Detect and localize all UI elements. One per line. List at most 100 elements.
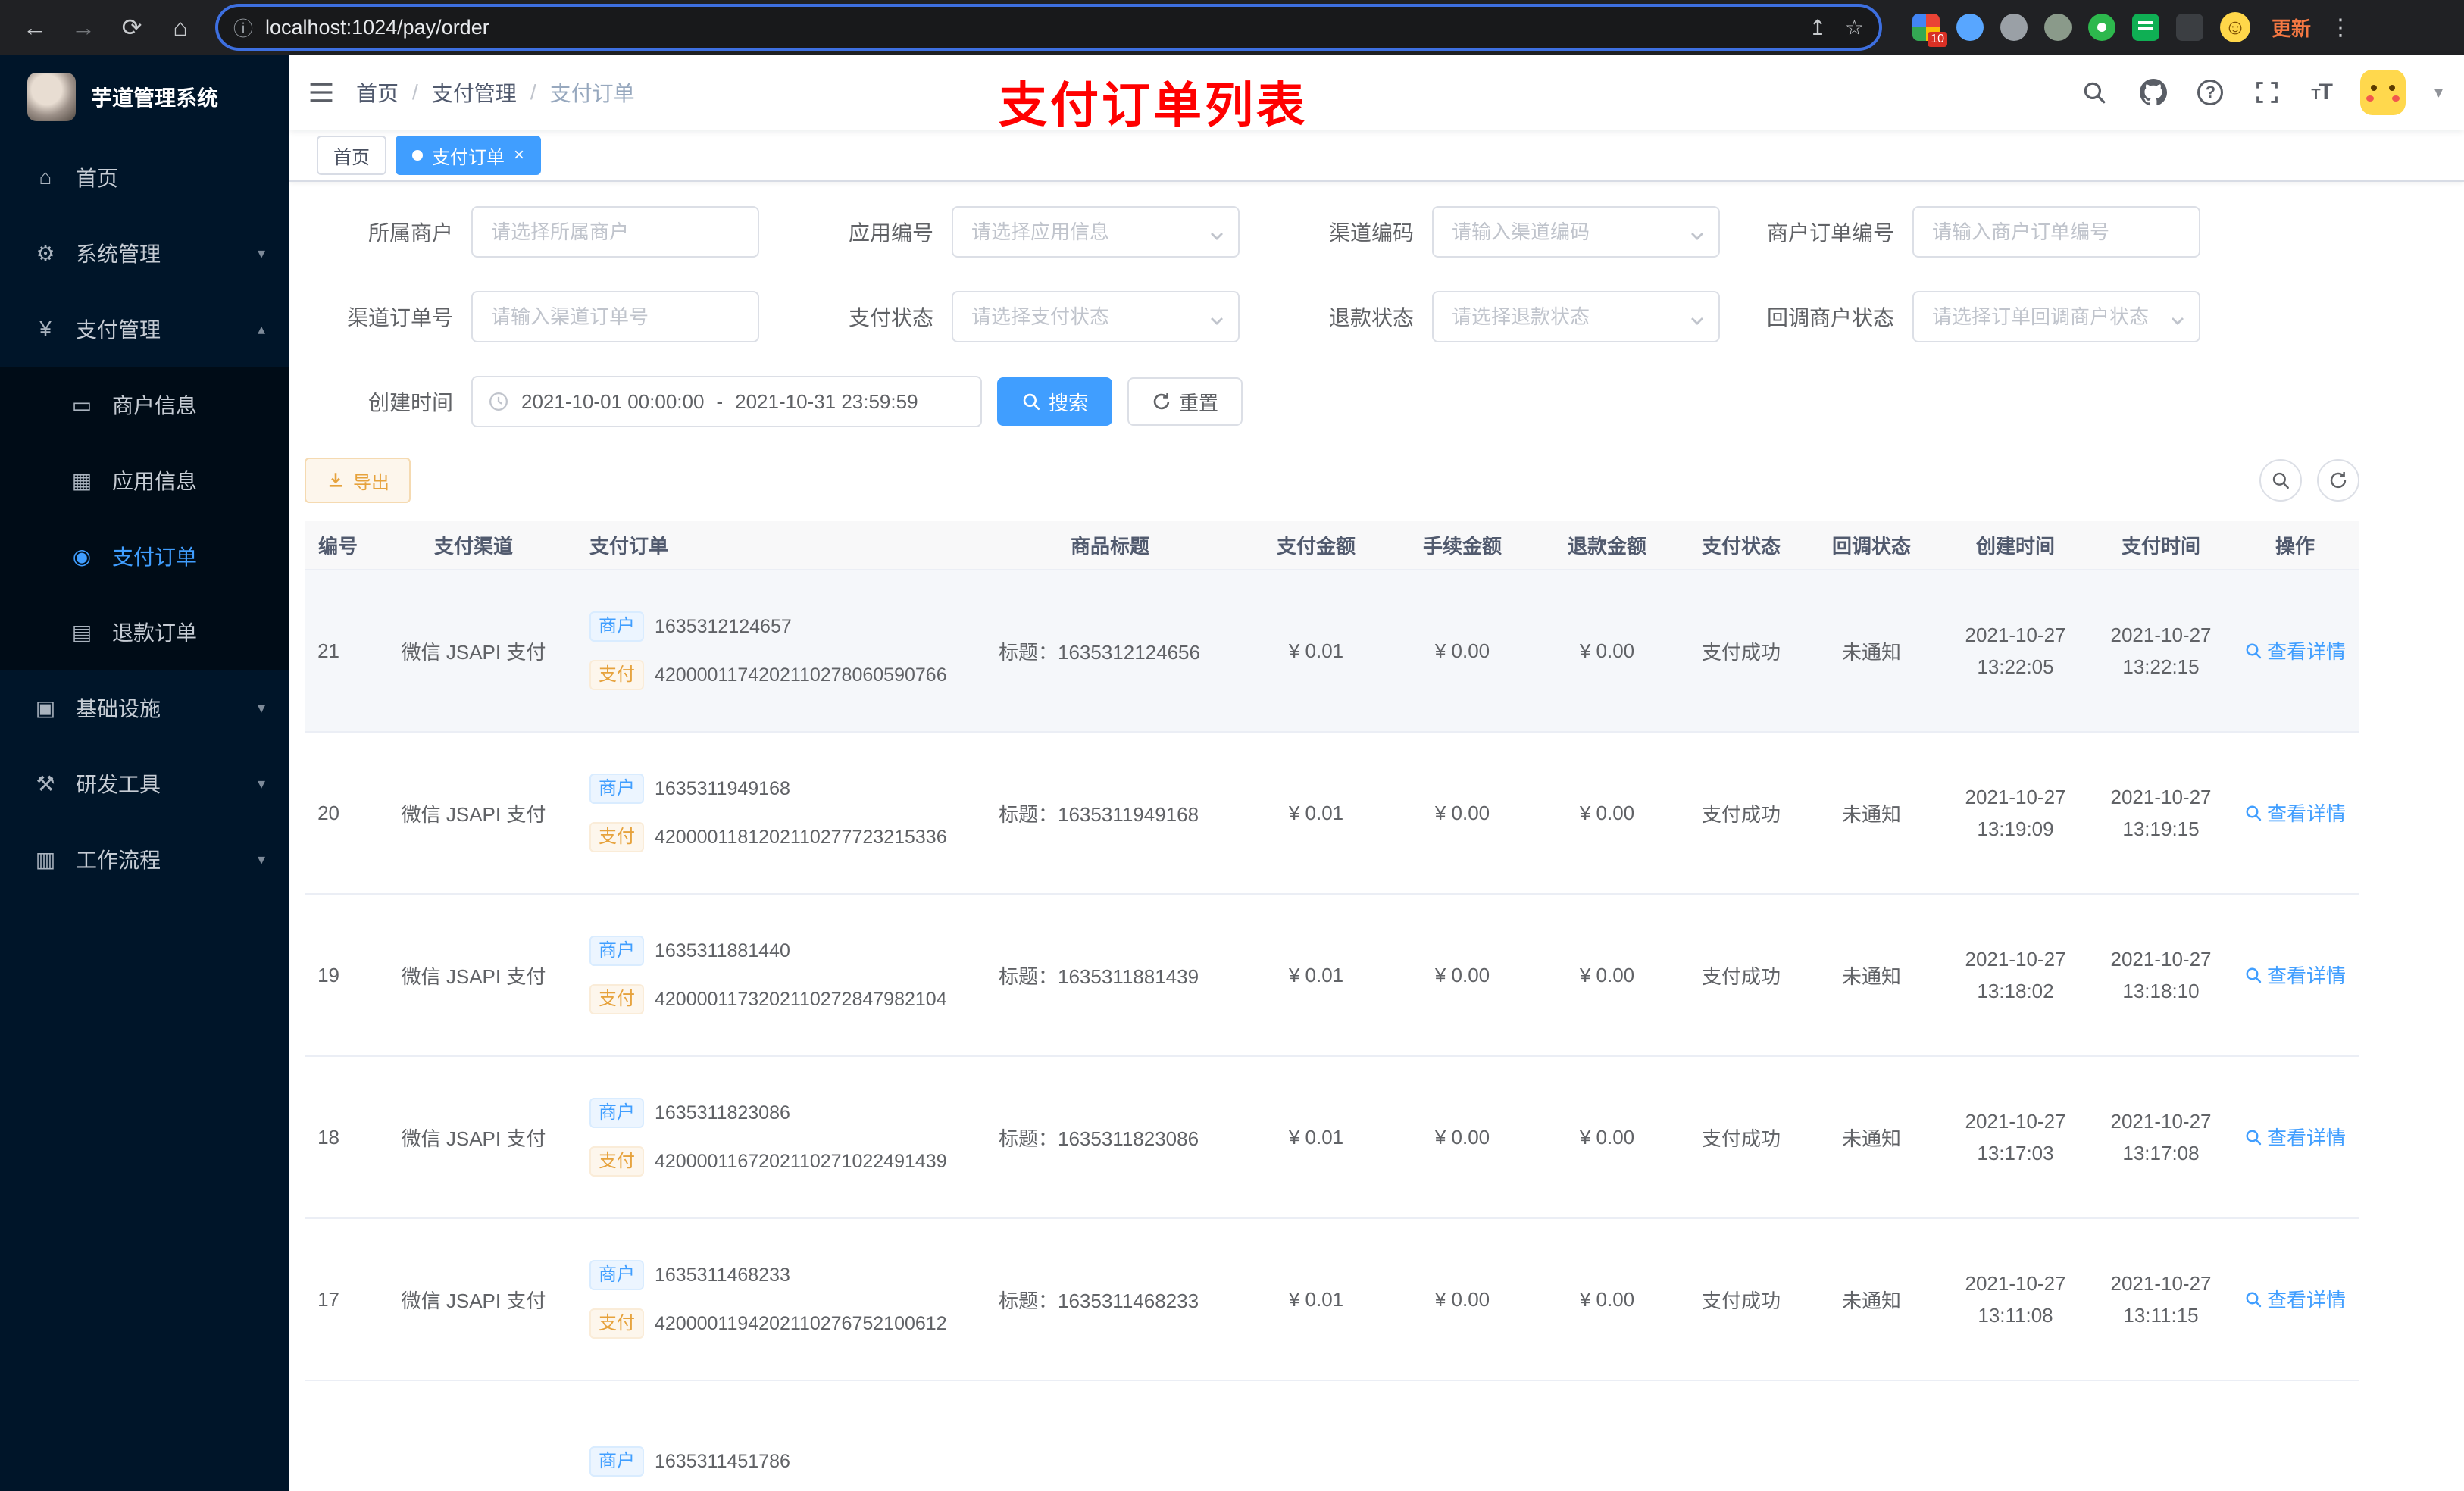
create-time-range-picker[interactable]: 2021-10-01 00:00:00 - 2021-10-31 23:59:5… (471, 376, 982, 427)
pay-status-select[interactable] (952, 291, 1240, 342)
view-detail-link[interactable]: 查看详情 (2244, 1123, 2346, 1151)
github-icon[interactable] (2138, 77, 2169, 108)
sidebar-item-infra[interactable]: ▣ 基础设施 ▾ (0, 670, 289, 746)
sidebar-item-merchant-info[interactable]: ▭ 商户信息 (0, 367, 289, 442)
channel-code-input[interactable] (1432, 206, 1720, 258)
sidebar-item-system[interactable]: ⚙ 系统管理 ▾ (0, 215, 289, 291)
sidebar-item-pay[interactable]: ¥ 支付管理 ▴ (0, 291, 289, 367)
sidebar-item-home[interactable]: ⌂ 首页 (0, 139, 289, 215)
sidebar-item-pay-order[interactable]: ◉ 支付订单 (0, 518, 289, 594)
channel-order-no-input[interactable] (471, 291, 759, 342)
extension-icon-gray[interactable] (2000, 14, 2028, 41)
breadcrumb-separator: / (412, 80, 418, 104)
refund-status-select[interactable] (1432, 291, 1720, 342)
cell-title: 标题：1635311881439 (977, 894, 1243, 1057)
cell-amount: ¥ 0.01 (1243, 732, 1390, 895)
channel-order-no-input-wrap[interactable] (471, 291, 759, 342)
fullscreen-icon[interactable] (2252, 77, 2282, 108)
cell-fee: ¥ 0.00 (1390, 732, 1535, 895)
breadcrumb-pay[interactable]: 支付管理 (432, 77, 517, 108)
cell-pay-time: 2021-10-27 13:19:15 (2091, 732, 2231, 895)
cell-create-time: 2021-10-27 13:17:03 (1940, 1056, 2091, 1219)
merchant-select-input[interactable] (471, 206, 759, 258)
address-bar[interactable]: ⓘ localhost:1024/pay/order ↥ ☆ (218, 7, 1879, 48)
toggle-search-button[interactable] (2259, 459, 2302, 502)
refund-status-input[interactable] (1432, 291, 1720, 342)
cell-order: 商户 1635311468233 支付 4200001194202110276752… (568, 1218, 977, 1381)
browser-menu-icon[interactable]: ⋮ (2329, 14, 2352, 41)
view-detail-link[interactable]: 查看详情 (2244, 636, 2346, 664)
channel-code-select[interactable] (1432, 206, 1720, 258)
extension-icon-blue[interactable] (1956, 14, 1984, 41)
app-select-input[interactable] (952, 206, 1240, 258)
cell-create-time: 2021-10-27 13:18:02 (1940, 894, 2091, 1057)
browser-forward-icon[interactable]: → (64, 8, 103, 47)
sidebar-item-app-info[interactable]: ▦ 应用信息 (0, 442, 289, 518)
caret-down-icon[interactable]: ▾ (2434, 83, 2443, 102)
close-icon[interactable]: × (514, 146, 524, 164)
tools-icon: ⚒ (36, 771, 55, 796)
merchant-tag: 商户 (589, 1260, 644, 1290)
filter-form: 所属商户 应用编号 渠道编码 (305, 206, 2464, 342)
col-refund: 退款金额 (1535, 521, 1679, 570)
notify-status-input[interactable] (1912, 291, 2200, 342)
extension-icon-sage[interactable] (2044, 14, 2072, 41)
user-avatar[interactable] (2359, 70, 2406, 115)
sidebar-item-label: 基础设施 (76, 697, 161, 720)
help-icon[interactable]: ? (2197, 80, 2224, 105)
tab-pay-order[interactable]: 支付订单 × (396, 136, 542, 175)
sidebar-item-devtools[interactable]: ⚒ 研发工具 ▾ (0, 746, 289, 821)
merchant-select[interactable] (471, 206, 759, 258)
sidebar-item-label: 首页 (76, 167, 119, 190)
browser-back-icon[interactable]: ← (15, 8, 55, 47)
merchant-order-no: 1635311881440 (655, 939, 790, 961)
cell-status: 支付成功 (1679, 894, 1803, 1057)
tab-home[interactable]: 首页 (317, 136, 386, 175)
cell-channel: 微信 JSAPI 支付 (379, 1218, 568, 1381)
reset-button[interactable]: 重置 (1127, 377, 1243, 426)
cell-refund: ¥ 0.00 (1535, 732, 1679, 895)
pay-status-input[interactable] (952, 291, 1240, 342)
document-icon: ▤ (71, 620, 92, 644)
extension-icon-green-check[interactable] (2088, 14, 2115, 41)
breadcrumb-home[interactable]: 首页 (356, 77, 399, 108)
merchant-order-no-input[interactable] (1912, 206, 2200, 258)
cell-id: 21 (305, 570, 379, 733)
cell-title (977, 1380, 1243, 1491)
hamburger-icon[interactable] (308, 79, 335, 106)
sidebar-submenu-pay: ▭ 商户信息 ▦ 应用信息 ◉ 支付订单 ▤ 退款订单 (0, 367, 289, 670)
sidebar-item-refund-order[interactable]: ▤ 退款订单 (0, 594, 289, 670)
browser-update-button[interactable]: 更新 (2272, 14, 2311, 42)
url-text[interactable]: localhost:1024/pay/order (265, 16, 1809, 39)
site-info-icon[interactable]: ⓘ (233, 14, 253, 42)
date-end-value[interactable]: 2021-10-31 23:59:59 (735, 390, 918, 414)
font-size-icon[interactable]: TT (2311, 80, 2333, 105)
share-icon[interactable]: ↥ (1809, 15, 1826, 40)
date-start-value[interactable]: 2021-10-01 00:00:00 (521, 390, 704, 414)
view-detail-link[interactable]: 查看详情 (2244, 1285, 2346, 1313)
cell-order: 商户 1635311881440 支付 4200001173202110272847… (568, 894, 977, 1057)
view-detail-link[interactable]: 查看详情 (2244, 961, 2346, 989)
export-button[interactable]: 导出 (305, 458, 411, 503)
search-icon[interactable] (2079, 77, 2109, 108)
notify-status-select[interactable] (1912, 291, 2200, 342)
view-detail-link[interactable]: 查看详情 (2244, 799, 2346, 827)
extension-icon-chat[interactable] (2132, 14, 2159, 41)
bookmark-star-icon[interactable]: ☆ (1845, 15, 1864, 40)
cell-status (1679, 1380, 1803, 1491)
cell-actions: 查看详情 (2231, 570, 2359, 733)
search-button[interactable]: 搜索 (997, 377, 1113, 426)
cell-amount: ¥ 0.01 (1243, 1218, 1390, 1381)
merchant-order-no-input-wrap[interactable] (1912, 206, 2200, 258)
extension-icon-colorful[interactable]: 10 (1912, 14, 1947, 47)
browser-home-icon[interactable]: ⌂ (161, 8, 200, 47)
browser-reload-icon[interactable]: ⟳ (112, 8, 152, 47)
chevron-up-icon: ▴ (257, 320, 265, 338)
sidebar-item-label: 系统管理 (76, 242, 161, 266)
browser-profile-avatar[interactable]: ☺ (2220, 12, 2250, 42)
app-select[interactable] (952, 206, 1240, 258)
sidebar-item-workflow[interactable]: ▥ 工作流程 ▾ (0, 821, 289, 897)
cell-fee: ¥ 0.00 (1390, 894, 1535, 1057)
refresh-table-button[interactable] (2317, 459, 2359, 502)
extension-icon-dark[interactable] (2176, 14, 2203, 41)
